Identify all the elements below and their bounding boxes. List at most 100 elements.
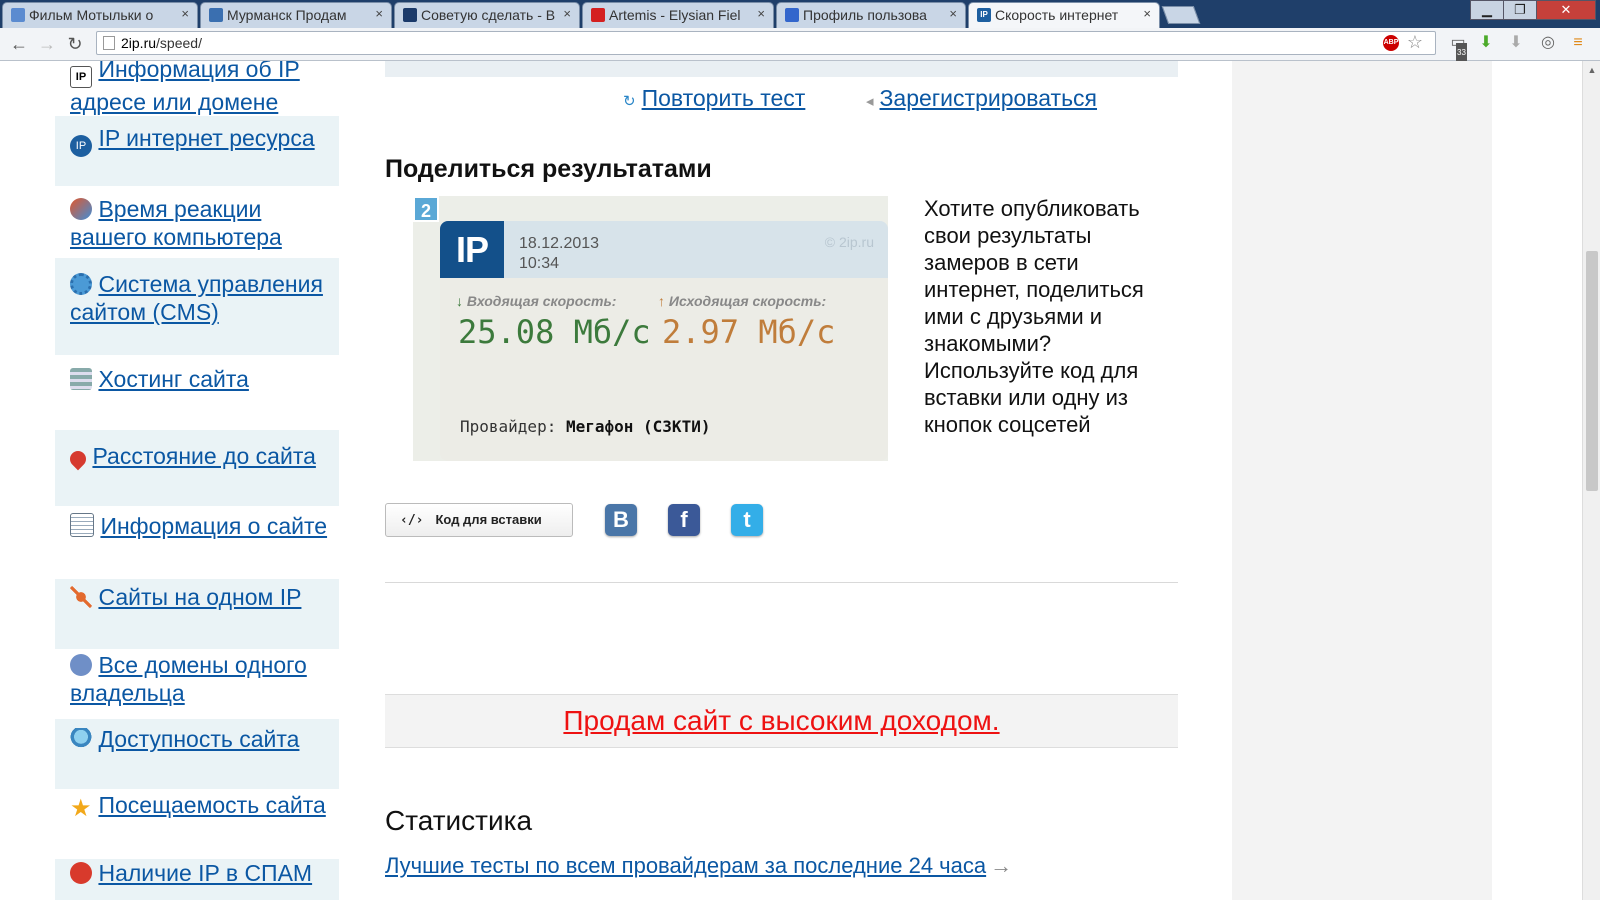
sidebar-item-cms[interactable]: Система управления сайтом (CMS)	[55, 258, 339, 355]
bookmark-star-icon[interactable]: ☆	[1407, 32, 1423, 53]
sidebar-link[interactable]: Доступность сайта	[98, 726, 299, 752]
tab-close-icon[interactable]: ×	[757, 6, 765, 21]
menu-icon[interactable]: ≡	[1568, 33, 1588, 53]
twitter-share-icon[interactable]: t	[731, 504, 763, 536]
map-pin-icon	[66, 447, 90, 471]
sidebar-item-spam[interactable]: Наличие IP в СПАМ	[55, 859, 339, 900]
right-gutter	[1232, 61, 1492, 900]
sidebar-link[interactable]: Наличие IP в СПАМ	[98, 860, 312, 886]
tab-3[interactable]: Artemis - Elysian Fiel ×	[582, 2, 774, 28]
ip-globe-icon: IP	[70, 135, 92, 157]
tab-close-icon[interactable]: ×	[375, 6, 383, 21]
tab-close-icon[interactable]: ×	[1143, 6, 1151, 21]
scrollbar-thumb[interactable]	[1586, 251, 1598, 491]
film-icon	[11, 8, 25, 22]
card-header: IP 18.12.2013 10:34 © 2ip.ru	[440, 221, 888, 278]
sidebar-link[interactable]: Хостинг сайта	[98, 366, 248, 392]
tab-2[interactable]: Советую сделать - В ×	[394, 2, 580, 28]
sidebar-link[interactable]: Все домены одного владельца	[70, 652, 307, 706]
extension-circle-icon[interactable]: ◎	[1538, 33, 1558, 53]
tab-1[interactable]: Мурманск Продам ×	[200, 2, 392, 28]
spam-icon	[70, 862, 92, 884]
sidebar-item-reaction[interactable]: Время реакции вашего компьютера	[55, 189, 339, 255]
availability-icon	[70, 728, 92, 750]
reaction-time-icon	[70, 198, 92, 220]
reload-icon[interactable]: ↻	[64, 33, 86, 55]
sidebar-link[interactable]: Система управления сайтом (CMS)	[70, 271, 323, 325]
retry-test-link[interactable]: ↻ Повторить тест	[623, 85, 805, 112]
sidebar-item-owner-domains[interactable]: Все домены одного владельца	[55, 651, 339, 717]
divider	[385, 582, 1178, 583]
ad-link[interactable]: Продам сайт с высоким доходом.	[563, 705, 999, 736]
best-tests-link[interactable]: Лучшие тесты по всем провайдерам за посл…	[385, 853, 1012, 879]
eye-icon	[403, 8, 417, 22]
sidebar-item-ip-resource[interactable]: IP IP интернет ресурса	[55, 116, 339, 186]
share-description: Хотите опубликовать свои результаты заме…	[924, 196, 1144, 437]
register-icon: ◂	[866, 93, 874, 110]
ip-icon: IP	[977, 8, 991, 22]
retry-icon: ↻	[623, 93, 636, 110]
tab-close-icon[interactable]: ×	[181, 6, 189, 21]
sidebar-item-same-ip[interactable]: Сайты на одном IP	[55, 579, 339, 649]
scroll-up-icon[interactable]: ▲	[1583, 65, 1600, 75]
card-time: 10:34	[519, 255, 560, 272]
new-tab-button[interactable]	[1161, 6, 1201, 24]
sidebar-link[interactable]: Посещаемость сайта	[98, 792, 325, 818]
sidebar-link[interactable]: Информация о сайте	[100, 513, 327, 539]
sidebar-link[interactable]: IP интернет ресурса	[98, 125, 314, 151]
tab-0[interactable]: Фильм Мотыльки о ×	[2, 2, 198, 28]
sync-icon	[785, 8, 799, 22]
close-window-button[interactable]: ✕	[1536, 0, 1596, 20]
download-gray-icon[interactable]: ⬇	[1506, 33, 1526, 53]
register-link[interactable]: ◂ Зарегистрироваться	[866, 85, 1097, 112]
sidebar-link[interactable]: Сайты на одном IP	[98, 584, 301, 610]
provider-line: Провайдер: Мегафон (СЗКТИ)	[460, 417, 711, 436]
statistics-heading: Статистика	[385, 805, 533, 836]
speed-result-card: 2 IP 18.12.2013 10:34 © 2ip.ru ↓ Входяща…	[413, 196, 888, 461]
forward-arrow-icon[interactable]: →	[36, 33, 58, 55]
tab-strip: Фильм Мотыльки о × Мурманск Продам × Сов…	[0, 0, 1600, 28]
vk-share-icon[interactable]: B	[605, 504, 637, 536]
embed-code-button[interactable]: ‹/› Код для вставки	[385, 503, 573, 537]
url-text[interactable]: 2ip.ru/speed/	[121, 35, 202, 51]
back-arrow-icon[interactable]: ←	[8, 33, 30, 55]
minimize-button[interactable]: ▁	[1470, 0, 1504, 20]
tab-close-icon[interactable]: ×	[949, 6, 957, 21]
sidebar-link[interactable]: Время реакции вашего компьютера	[70, 196, 282, 250]
tab-close-icon[interactable]: ×	[563, 6, 571, 21]
vertical-scrollbar[interactable]: ▲	[1582, 61, 1600, 900]
result-panel-bottom	[385, 61, 1178, 77]
sidebar-item-traffic[interactable]: ★ Посещаемость сайта	[55, 791, 339, 857]
card-copyright: © 2ip.ru	[824, 234, 874, 250]
address-bar[interactable]: 2ip.ru/speed/ ABP ☆	[96, 31, 1436, 55]
tab-5-active[interactable]: IP Скорость интернет ×	[968, 2, 1160, 28]
sidebar-item-ip-info[interactable]: IP Информация об IP адресе или домене	[55, 61, 339, 115]
sidebar-item-site-info[interactable]: Информация о сайте	[55, 508, 339, 576]
sidebar-item-distance[interactable]: Расстояние до сайта	[55, 430, 339, 506]
sidebar-link[interactable]: Расстояние до сайта	[92, 443, 315, 469]
page-content: IP Информация об IP адресе или домене IP…	[0, 61, 1582, 900]
tab-4[interactable]: Профиль пользова ×	[776, 2, 966, 28]
download-green-icon[interactable]: ⬇	[1476, 33, 1496, 53]
card-date: 18.12.2013	[519, 235, 600, 252]
card-datetime: 18.12.2013 10:34	[519, 234, 599, 274]
owner-icon	[70, 654, 92, 676]
browser-toolbar: ← → ↻ 2ip.ru/speed/ ABP ☆ ▭33 ⬇ ⬇ ◎ ≡	[0, 28, 1600, 63]
sidebar-item-availability[interactable]: Доступность сайта	[55, 719, 339, 789]
sidebar-item-hosting[interactable]: Хостинг сайта	[55, 359, 339, 419]
embed-code-label: Код для вставки	[435, 512, 542, 527]
upload-label: ↑ Исходящая скорость:	[658, 293, 827, 309]
ad-banner: Продам сайт с высоким доходом.	[385, 694, 1178, 748]
maximize-button[interactable]: ❐	[1503, 0, 1537, 20]
tab-title: Советую сделать - В	[421, 7, 556, 23]
facebook-share-icon[interactable]: f	[668, 504, 700, 536]
network-icon	[70, 586, 92, 608]
up-arrow-icon: ↑	[658, 293, 665, 309]
sidebar-link[interactable]: Информация об IP адресе или домене	[70, 61, 300, 115]
register-label: Зарегистрироваться	[879, 85, 1098, 111]
ip-info-icon: IP	[70, 66, 92, 88]
upload-value: 2.97 Мб/с	[662, 313, 836, 351]
adblock-icon[interactable]: ABP	[1383, 35, 1399, 51]
extension-printer-icon[interactable]: ▭33	[1448, 33, 1468, 63]
tab-title: Мурманск Продам	[227, 7, 347, 23]
